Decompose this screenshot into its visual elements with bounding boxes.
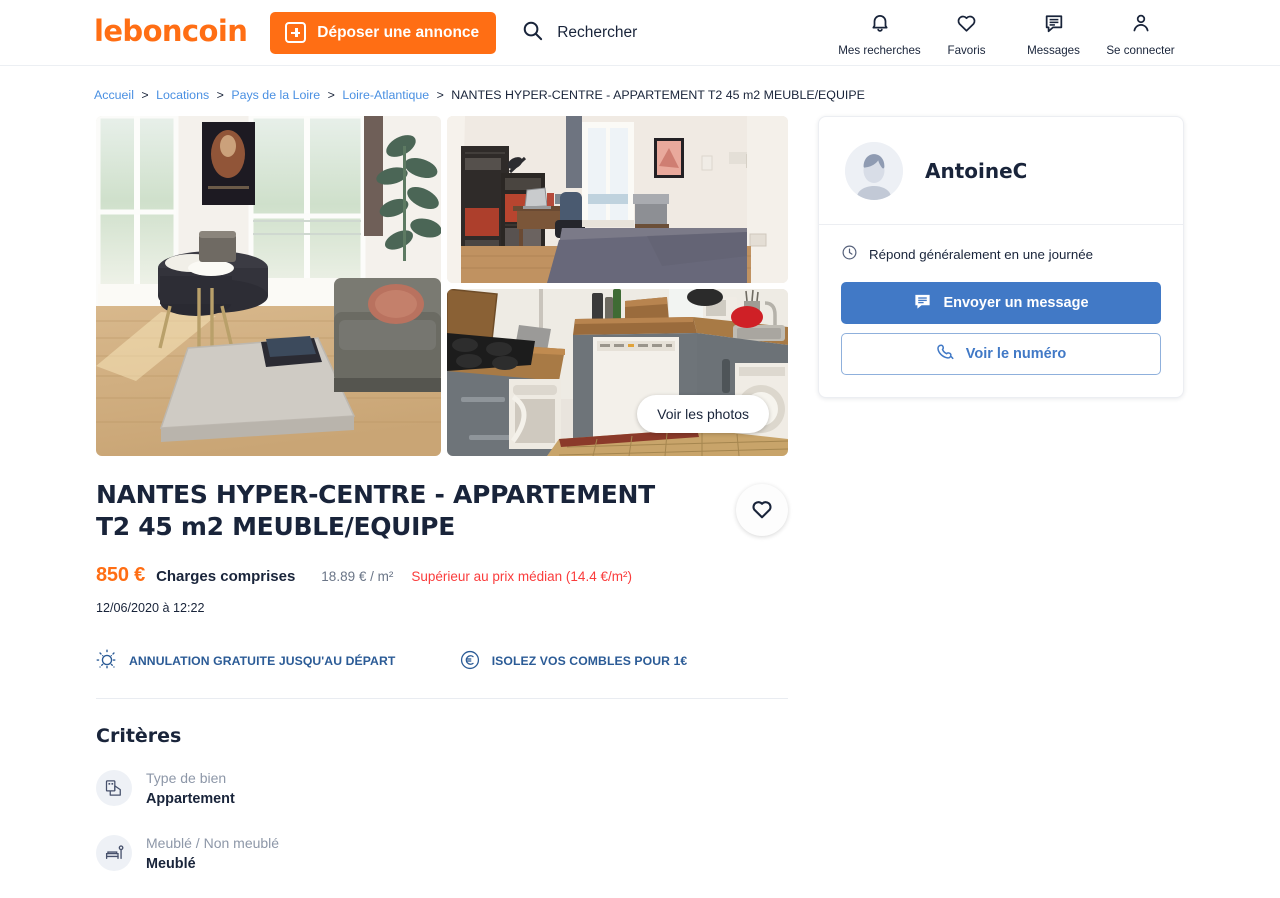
nav-mes-recherches[interactable]: Mes recherches (836, 8, 923, 57)
criteria-key: Type de bien (146, 768, 235, 788)
deposer-une-annonce-button[interactable]: Déposer une annonce (270, 12, 496, 54)
header-nav: Mes recherches Favoris Messages (836, 8, 1184, 57)
breadcrumb-separator: > (141, 88, 148, 102)
reply-time-label: Répond généralement en une journée (869, 247, 1093, 262)
breadcrumb-separator: > (217, 88, 224, 102)
criteria-value: Appartement (146, 791, 235, 807)
breadcrumb-item-loire-atlantique[interactable]: Loire-Atlantique (342, 88, 429, 102)
nav-label: Se connecter (1106, 44, 1174, 57)
promo-row: ANNULATION GRATUITE JUSQU'AU DÉPART ISOL… (96, 649, 788, 699)
promo-isolation[interactable]: ISOLEZ VOS COMBLES POUR 1€ (459, 649, 788, 676)
avatar-icon (845, 142, 903, 200)
bell-icon (869, 12, 891, 39)
spacer (425, 649, 458, 676)
site-header: leboncoin Déposer une annonce Rechercher… (0, 0, 1280, 66)
heart-icon (749, 497, 775, 524)
furnished-icon (96, 835, 132, 871)
charges-label: Charges comprises (156, 568, 295, 585)
main-column: Voir les photos NANTES HYPER-CENTRE - AP… (96, 116, 788, 898)
user-icon (1130, 12, 1152, 39)
sun-icon (96, 649, 118, 676)
photo-gallery: Voir les photos (96, 116, 788, 456)
gallery-main-photo[interactable] (96, 116, 441, 456)
price-per-m2: 18.89 € / m² (321, 569, 393, 584)
title-row: NANTES HYPER-CENTRE - APPARTEMENT T2 45 … (96, 479, 788, 543)
criteria-key: Meublé / Non meublé (146, 833, 279, 853)
nav-label: Mes recherches (838, 44, 920, 57)
gallery-thumb-kitchen[interactable]: Voir les photos (447, 289, 788, 456)
message-icon (1043, 12, 1065, 39)
show-phone-button[interactable]: Voir le numéro (841, 333, 1161, 375)
breadcrumb-item-locations[interactable]: Locations (156, 88, 209, 102)
nav-label: Messages (1027, 44, 1080, 57)
promo-annulation-gratuite[interactable]: ANNULATION GRATUITE JUSQU'AU DÉPART (96, 649, 425, 676)
plus-icon (285, 22, 306, 43)
seller-name: AntoineC (925, 159, 1027, 183)
breadcrumb-current: NANTES HYPER-CENTRE - APPARTEMENT T2 45 … (451, 88, 865, 102)
nav-se-connecter[interactable]: Se connecter (1097, 8, 1184, 57)
bedroom-photo (447, 116, 788, 283)
promo-label: ISOLEZ VOS COMBLES POUR 1€ (492, 654, 688, 670)
seller-card: AntoineC Répond généralement en une jour… (818, 116, 1184, 398)
clock-icon (841, 244, 858, 264)
breadcrumb-separator: > (437, 88, 444, 102)
euro-icon (459, 649, 481, 676)
criteria-value: Meublé (146, 856, 279, 872)
reply-time: Répond généralement en une journée (841, 244, 1161, 264)
send-message-button[interactable]: Envoyer un message (841, 282, 1161, 324)
message-icon (913, 292, 932, 315)
gallery-thumbnails: Voir les photos (447, 116, 788, 456)
criteria-item-meuble: Meublé / Non meublé Meublé (96, 833, 444, 872)
nav-messages[interactable]: Messages (1010, 8, 1097, 57)
send-message-label: Envoyer un message (943, 295, 1088, 311)
search-trigger[interactable]: Rechercher (521, 19, 637, 47)
deposer-une-annonce-label: Déposer une annonce (317, 24, 479, 42)
avatar (845, 142, 903, 200)
seller-profile-link[interactable]: AntoineC (819, 117, 1183, 225)
criteria-grid: Type de bien Appartement Meublé / Non me… (96, 768, 788, 898)
nav-favoris[interactable]: Favoris (923, 8, 1010, 57)
leboncoin-logo[interactable]: leboncoin (94, 17, 247, 46)
search-label: Rechercher (557, 24, 637, 42)
show-phone-label: Voir le numéro (966, 346, 1066, 362)
seller-card-body: Répond généralement en une journée (819, 225, 1183, 397)
breadcrumb-separator: > (328, 88, 335, 102)
criteria-item-type-de-bien: Type de bien Appartement (96, 768, 444, 807)
page-body: Voir les photos NANTES HYPER-CENTRE - AP… (0, 102, 1280, 898)
promo-label: ANNULATION GRATUITE JUSQU'AU DÉPART (129, 654, 395, 670)
property-type-icon (96, 770, 132, 806)
gallery-thumb-bedroom[interactable] (447, 116, 788, 283)
price: 850 € (96, 564, 145, 587)
heart-icon (955, 12, 978, 39)
criteria-heading: Critères (96, 725, 788, 747)
search-icon (521, 19, 544, 47)
phone-icon (936, 343, 955, 366)
voir-les-photos-button[interactable]: Voir les photos (637, 395, 769, 433)
median-comparison: Supérieur au prix médian (14.4 €/m²) (411, 569, 632, 584)
favorite-button[interactable] (736, 484, 788, 536)
breadcrumb-item-pays-de-la-loire[interactable]: Pays de la Loire (231, 88, 320, 102)
nav-label: Favoris (947, 44, 985, 57)
side-column: AntoineC Répond généralement en une jour… (818, 116, 1184, 398)
breadcrumb: Accueil > Locations > Pays de la Loire >… (0, 66, 1280, 102)
living-room-photo (96, 116, 441, 456)
breadcrumb-item-accueil[interactable]: Accueil (94, 88, 134, 102)
page-title: NANTES HYPER-CENTRE - APPARTEMENT T2 45 … (96, 479, 696, 543)
price-row: 850 € Charges comprises 18.89 € / m² Sup… (96, 564, 788, 587)
publication-timestamp: 12/06/2020 à 12:22 (96, 601, 788, 615)
